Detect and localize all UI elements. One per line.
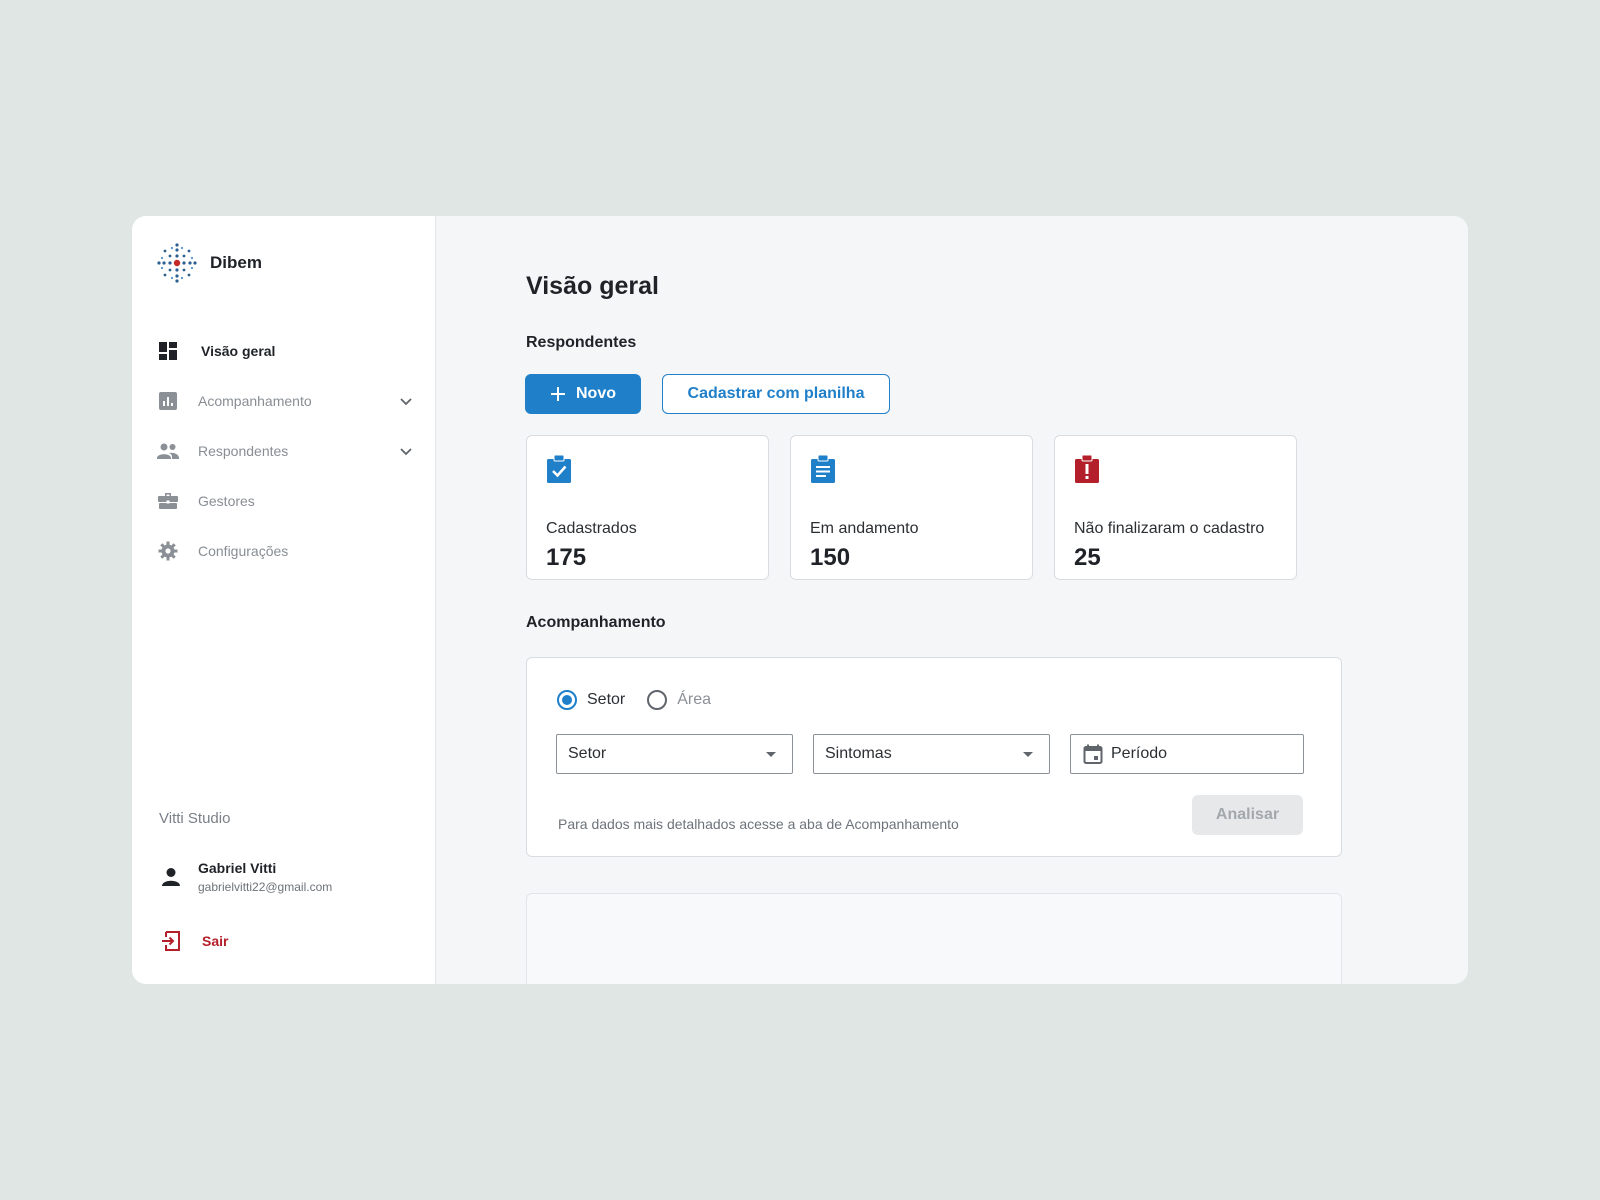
- acompanhamento-section-title: Acompanhamento: [526, 614, 666, 631]
- radio-selected-indicator[interactable]: [557, 690, 577, 710]
- caret-down-icon: [1023, 751, 1033, 757]
- radio-setor[interactable]: Setor: [557, 690, 625, 710]
- logout-icon: [162, 931, 180, 951]
- upload-spreadsheet-button[interactable]: Cadastrar com planilha: [662, 374, 890, 414]
- brand[interactable]: Dibem: [156, 242, 262, 284]
- chevron-down-icon[interactable]: [398, 393, 414, 409]
- sidebar-item-label: Configurações: [198, 543, 289, 559]
- clipboard-alert-icon: [1075, 454, 1099, 483]
- clipboard-check-icon: [547, 454, 571, 483]
- page-title: Visão geral: [526, 272, 659, 300]
- logout-button[interactable]: Sair: [160, 930, 228, 952]
- sidebar: Dibem Visão geral Acompanhamento Respond…: [132, 216, 436, 984]
- sidebar-item-label: Gestores: [198, 493, 255, 509]
- sidebar-item-visao-geral[interactable]: Visão geral: [156, 326, 416, 376]
- plus-icon: [551, 387, 565, 401]
- sidebar-item-label: Acompanhamento: [198, 393, 312, 409]
- sintomas-select[interactable]: Sintomas: [813, 734, 1050, 774]
- sidebar-item-label: Visão geral: [201, 343, 276, 359]
- calendar-icon: [1083, 744, 1103, 764]
- filter-type-radio-group: Setor Área: [557, 690, 711, 710]
- stat-value: 25: [1074, 544, 1101, 571]
- organization-name: Vitti Studio: [159, 810, 231, 827]
- new-button-label: Novo: [576, 385, 616, 402]
- bar-chart-icon: [156, 389, 180, 413]
- setor-select[interactable]: Setor: [556, 734, 793, 774]
- logout-label: Sair: [202, 933, 229, 949]
- people-icon: [156, 439, 180, 463]
- sidebar-item-configuracoes[interactable]: Configurações: [156, 526, 416, 576]
- stat-card-nao-finalizaram: Não finalizaram o cadastro 25: [1054, 435, 1297, 580]
- user-name: Gabriel Vitti: [198, 860, 277, 876]
- user-profile[interactable]: Gabriel Vitti gabrielvitti22@gmail.com: [160, 860, 332, 894]
- analyze-button[interactable]: Analisar: [1192, 795, 1303, 835]
- stat-value: 150: [810, 544, 851, 571]
- period-date-label: Período: [1111, 745, 1168, 762]
- radio-setor-label: Setor: [587, 691, 626, 708]
- filter-fields: Setor Sintomas Período: [556, 734, 1304, 774]
- stat-card-cadastrados: Cadastrados 175: [526, 435, 769, 580]
- spark-logo-icon: [157, 243, 197, 283]
- respondentes-section-title: Respondentes: [526, 334, 637, 351]
- chevron-down-icon[interactable]: [398, 443, 414, 459]
- stat-card-em-andamento: Em andamento 150: [790, 435, 1033, 580]
- results-panel: [526, 893, 1342, 984]
- stat-label: Não finalizaram o cadastro: [1074, 520, 1265, 537]
- user-email: gabrielvitti22@gmail.com: [198, 880, 333, 894]
- filter-hint: Para dados mais detalhados acesse a aba …: [558, 816, 959, 832]
- radio-area-label: Área: [677, 691, 712, 708]
- sidebar-nav: Visão geral Acompanhamento Respondentes: [156, 326, 416, 576]
- sidebar-item-respondentes[interactable]: Respondentes: [156, 426, 416, 476]
- sintomas-select-value: Sintomas: [825, 745, 892, 762]
- stat-label: Em andamento: [810, 520, 919, 537]
- sidebar-item-acompanhamento[interactable]: Acompanhamento: [156, 376, 416, 426]
- radio-area[interactable]: Área: [647, 690, 711, 710]
- main-content: Visão geral Respondentes Novo Cadastrar …: [436, 216, 1468, 984]
- app-window: Dibem Visão geral Acompanhamento Respond…: [132, 216, 1468, 984]
- gear-icon: [156, 539, 180, 563]
- stat-label: Cadastrados: [546, 520, 637, 537]
- caret-down-icon: [766, 751, 776, 757]
- filter-panel: Setor Área Setor Sintomas Período Para d…: [526, 657, 1342, 857]
- clipboard-list-icon: [811, 454, 835, 483]
- sidebar-item-gestores[interactable]: Gestores: [156, 476, 416, 526]
- setor-select-value: Setor: [568, 745, 607, 762]
- new-button[interactable]: Novo: [525, 374, 641, 414]
- dashboard-icon: [156, 339, 180, 363]
- radio-unselected-indicator[interactable]: [647, 690, 668, 710]
- stat-value: 175: [546, 544, 587, 571]
- period-date-input[interactable]: Período: [1070, 734, 1304, 774]
- stats-row: Cadastrados 175 Em andamento 150 Não fin…: [526, 435, 1297, 580]
- user-icon: [162, 868, 180, 886]
- sidebar-item-label: Respondentes: [198, 443, 289, 459]
- briefcase-icon: [156, 489, 180, 513]
- brand-name: Dibem: [210, 253, 262, 272]
